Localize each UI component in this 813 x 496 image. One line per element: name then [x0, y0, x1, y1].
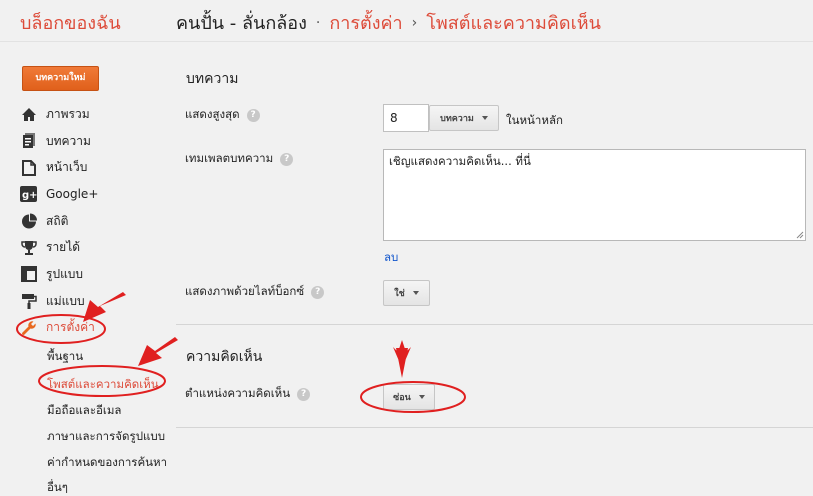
sidebar-item-pages[interactable]: หน้าเว็บ	[20, 154, 170, 181]
settings-sub-other[interactable]: อื่นๆ	[47, 479, 187, 496]
posts-count-input[interactable]: 8	[383, 104, 429, 132]
google-plus-icon: g+	[20, 186, 37, 203]
post-template-row: เทมเพลตบทความ ?	[185, 150, 294, 168]
sidebar-item-label: รูปแบบ	[46, 266, 84, 281]
settings-sub-posts-comments[interactable]: โพสต์และความคิดเห็น	[47, 376, 187, 394]
breadcrumb-blog-name[interactable]: คนปั้น - ลั่นกล้อง	[176, 8, 307, 37]
sidebar-item-label: รายได้	[46, 240, 81, 255]
svg-text:g+: g+	[22, 190, 37, 201]
sidebar-item-google-plus[interactable]: g+ Google+	[20, 181, 170, 208]
settings-sub-basic[interactable]: พื้นฐาน	[47, 348, 187, 366]
sidebar-item-label: บทความ	[46, 133, 91, 148]
posts-unit-value: บทความ	[440, 114, 474, 124]
on-home-page-text: ในหน้าหลัก	[506, 113, 563, 127]
section-divider	[176, 427, 813, 428]
lightbox-value: ใช่	[394, 289, 405, 299]
sidebar-item-stats[interactable]: สถิติ	[20, 208, 170, 235]
sidebar-item-label: การตั้งค่า	[46, 320, 95, 335]
top-header: บล็อกของฉัน คนปั้น - ลั่นกล้อง · การตั้ง…	[0, 0, 813, 42]
delete-template-link[interactable]: ลบ	[384, 249, 398, 267]
breadcrumb-current-page: โพสต์และความคิดเห็น	[426, 13, 601, 34]
settings-sub-search-preferences[interactable]: ค่ากำหนดของการค้นหา	[47, 454, 187, 472]
sidebar-item-posts[interactable]: บทความ	[20, 128, 170, 155]
new-post-button[interactable]: บทความใหม่	[22, 66, 99, 91]
help-icon[interactable]: ?	[246, 108, 260, 122]
lightbox-label: แสดงภาพด้วยไลท์บ็อกซ์	[185, 284, 305, 298]
sidebar-item-label: ภาพรวม	[46, 106, 90, 121]
posts-section-title: บทความ	[186, 71, 239, 87]
post-template-textarea[interactable]: เชิญแสดงความคิดเห็น... ที่นี่	[383, 149, 806, 241]
sidebar-item-layout[interactable]: รูปแบบ	[20, 261, 170, 288]
sidebar-item-label: สถิติ	[46, 213, 69, 228]
resize-grip-icon[interactable]	[796, 231, 804, 239]
lightbox-row: แสดงภาพด้วยไลท์บ็อกซ์ ?	[185, 283, 325, 301]
breadcrumb-separator: ·	[315, 14, 321, 31]
breadcrumb-settings[interactable]: การตั้งค่า	[329, 8, 402, 37]
stats-pie-icon	[20, 213, 37, 230]
pages-icon	[20, 159, 37, 176]
show-max-label: แสดงสูงสุด	[185, 107, 240, 121]
sidebar-item-label: Google+	[46, 187, 99, 202]
posts-icon	[20, 133, 37, 150]
home-icon	[20, 106, 37, 123]
sidebar-item-settings[interactable]: การตั้งค่า	[20, 315, 170, 342]
sidebar-item-label: หน้าเว็บ	[46, 160, 88, 175]
section-divider	[176, 324, 813, 325]
chevron-down-icon	[418, 395, 425, 399]
settings-sub-mobile-email[interactable]: มือถือและอีเมล	[47, 402, 187, 420]
posts-unit-dropdown[interactable]: บทความ	[429, 105, 499, 131]
lightbox-dropdown[interactable]: ใช่	[383, 280, 430, 306]
comment-location-label: ตำแหน่งความคิดเห็น	[185, 386, 291, 400]
settings-sub-language-formatting[interactable]: ภาษาและการจัดรูปแบบ	[47, 428, 187, 446]
paint-roller-icon	[20, 293, 37, 310]
sidebar-nav: ภาพรวม บทความ หน้าเว็บ g+ Google+ สถิติ …	[20, 101, 170, 341]
sidebar-item-overview[interactable]: ภาพรวม	[20, 101, 170, 128]
layout-icon	[20, 266, 37, 283]
wrench-icon	[20, 319, 37, 336]
comment-location-dropdown[interactable]: ซ่อน	[383, 384, 435, 410]
sidebar-item-template[interactable]: แม่แบบ	[20, 288, 170, 315]
help-icon[interactable]: ?	[311, 285, 325, 299]
help-icon[interactable]: ?	[280, 152, 294, 166]
comment-location-value: ซ่อน	[393, 393, 411, 403]
sidebar-item-label: แม่แบบ	[46, 293, 85, 308]
chevron-down-icon	[412, 291, 419, 295]
chevron-down-icon	[481, 116, 488, 120]
comment-location-row: ตำแหน่งความคิดเห็น ?	[185, 385, 311, 403]
comments-section-title: ความคิดเห็น	[186, 349, 263, 365]
my-blogs-link[interactable]: บล็อกของฉัน	[20, 8, 121, 37]
sidebar-item-earnings[interactable]: รายได้	[20, 234, 170, 261]
show-max-row: แสดงสูงสุด ?	[185, 106, 260, 124]
breadcrumb: คนปั้น - ลั่นกล้อง · การตั้งค่า › โพสต์แ…	[176, 8, 601, 37]
help-icon[interactable]: ?	[297, 387, 311, 401]
settings-content: บทความ แสดงสูงสุด ? 8 บทความ ในหน้าหลัก …	[176, 42, 813, 496]
breadcrumb-chevron: ›	[411, 14, 418, 31]
post-template-label: เทมเพลตบทความ	[185, 151, 274, 165]
trophy-icon	[20, 239, 37, 256]
